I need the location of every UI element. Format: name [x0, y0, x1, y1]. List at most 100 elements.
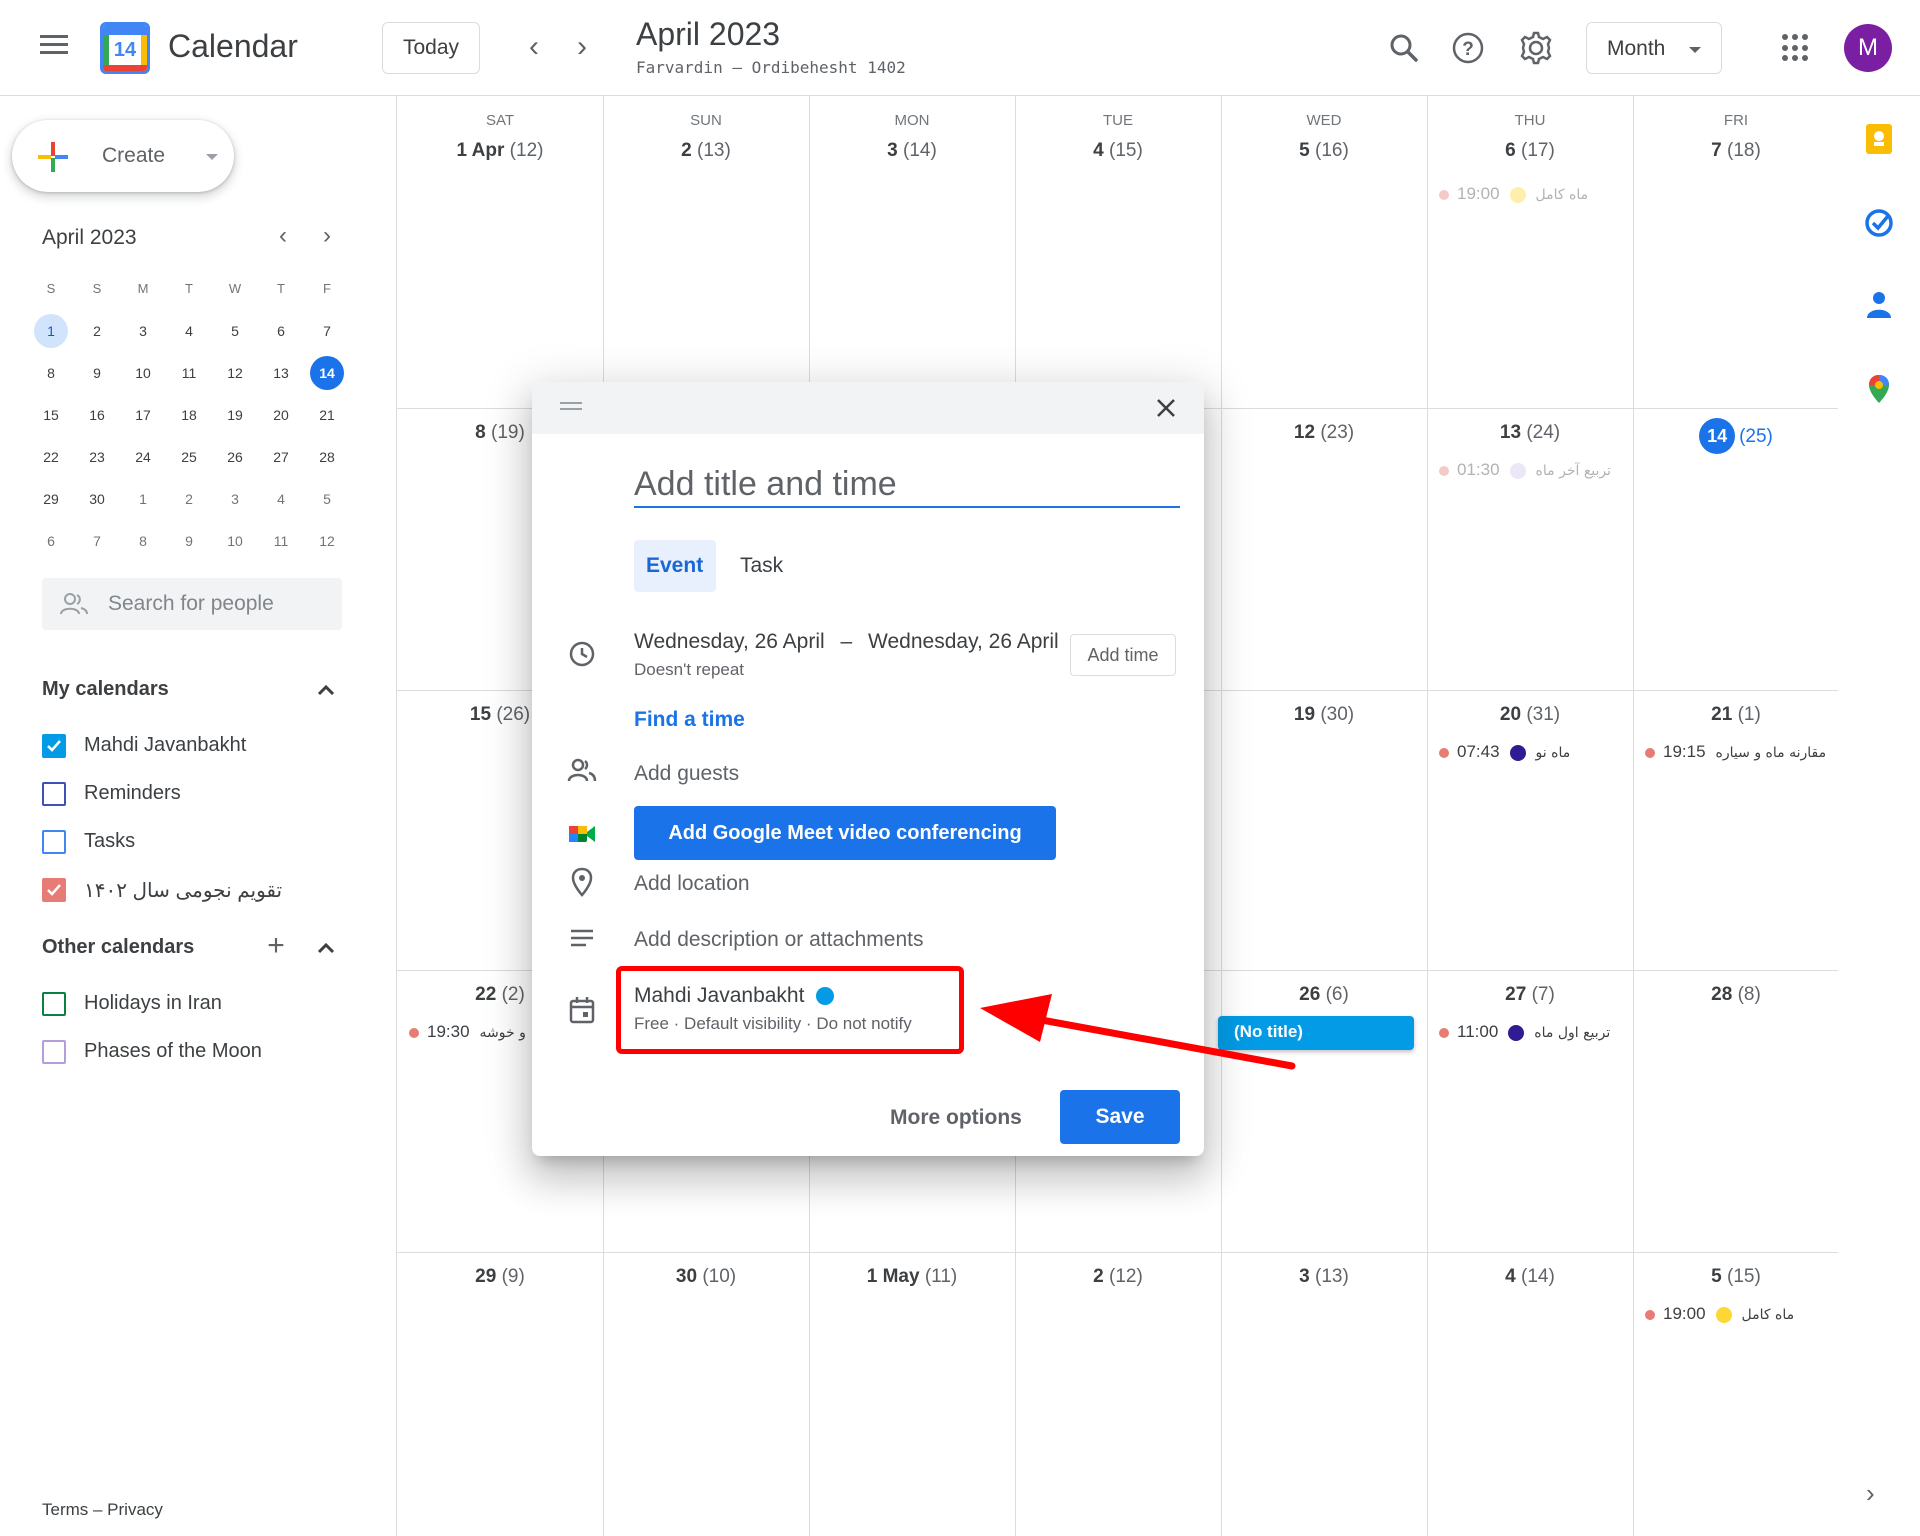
mini-calendar-day[interactable]: 4 [166, 314, 212, 348]
date-cell-label[interactable]: 4 (14) [1427, 1266, 1633, 1288]
keep-icon[interactable] [1862, 122, 1896, 156]
add-time-button[interactable]: Add time [1070, 634, 1176, 676]
mini-calendar-day[interactable]: 9 [166, 524, 212, 558]
main-menu-icon[interactable] [34, 30, 74, 66]
mini-calendar-day[interactable]: 12 [212, 356, 258, 390]
date-cell-label[interactable]: 30 (10) [603, 1266, 809, 1288]
date-cell-label[interactable]: 2 (12) [1015, 1266, 1221, 1288]
mini-calendar-day[interactable]: 2 [74, 314, 120, 348]
add-google-meet-button[interactable]: Add Google Meet video conferencing [634, 806, 1056, 860]
tasks-icon[interactable] [1862, 206, 1896, 240]
start-date[interactable]: Wednesday, 26 April [634, 630, 825, 653]
view-mode-dropdown[interactable]: Month [1586, 22, 1722, 74]
mini-calendar-day[interactable]: 28 [304, 440, 350, 474]
mini-calendar-day[interactable]: 3 [212, 482, 258, 516]
calendar-list-item[interactable]: Tasks [42, 822, 342, 862]
mini-calendar-day[interactable]: 6 [258, 314, 304, 348]
today-date-cell[interactable]: 14 (25) [1633, 418, 1839, 454]
mini-calendar-day[interactable]: 8 [120, 524, 166, 558]
account-avatar[interactable]: M [1844, 24, 1892, 72]
mini-calendar-day[interactable]: 24 [120, 440, 166, 474]
date-cell-label[interactable]: 20 (31) [1427, 704, 1633, 726]
mini-calendar-day[interactable]: 11 [258, 524, 304, 558]
date-cell-label[interactable]: 29 (9) [397, 1266, 603, 1288]
add-description-field[interactable]: Add description or attachments [634, 928, 924, 952]
date-cell-label[interactable]: 19 (30) [1221, 704, 1427, 726]
date-cell-label[interactable]: 4 (15) [1015, 140, 1221, 162]
mini-calendar-day[interactable]: 9 [74, 356, 120, 390]
repeat-setting[interactable]: Doesn't repeat [634, 660, 744, 680]
chevron-up-icon[interactable] [312, 934, 340, 962]
calendar-event[interactable]: 19:00 ماه کامل [1645, 1304, 1835, 1332]
date-cell-label[interactable]: 5 (15) [1633, 1266, 1839, 1288]
drag-handle-icon[interactable] [560, 402, 582, 414]
calendar-list-item[interactable]: Reminders [42, 774, 342, 814]
mini-calendar-day[interactable]: 27 [258, 440, 304, 474]
mini-calendar-day[interactable]: 25 [166, 440, 212, 474]
today-button[interactable]: Today [382, 22, 480, 74]
add-guests-field[interactable]: Add guests [634, 762, 739, 786]
mini-calendar-day[interactable]: 21 [304, 398, 350, 432]
mini-calendar-day[interactable]: 5 [304, 482, 350, 516]
mini-calendar-day[interactable]: 22 [28, 440, 74, 474]
date-cell-label[interactable]: 28 (8) [1633, 984, 1839, 1006]
calendar-list-item[interactable]: تقویم نجومی سال ۱۴۰۲ [42, 870, 342, 910]
settings-gear-icon[interactable] [1514, 26, 1558, 70]
mini-calendar-day[interactable]: 30 [74, 482, 120, 516]
mini-calendar-day[interactable]: 2 [166, 482, 212, 516]
create-button[interactable]: Create [12, 120, 234, 192]
calendar-list-item[interactable]: Phases of the Moon [42, 1032, 342, 1072]
contacts-icon[interactable] [1862, 288, 1896, 322]
mini-calendar-day[interactable]: 17 [120, 398, 166, 432]
my-calendars-heading[interactable]: My calendars [42, 678, 169, 701]
next-period-button[interactable]: › [564, 30, 600, 66]
mini-calendar-day[interactable]: 7 [74, 524, 120, 558]
chevron-up-icon[interactable] [312, 676, 340, 704]
calendar-list-item[interactable]: Holidays in Iran [42, 984, 342, 1024]
search-people-input[interactable]: Search for people [42, 578, 342, 630]
mini-calendar-day[interactable]: 10 [120, 356, 166, 390]
tab-event[interactable]: Event [634, 540, 716, 592]
calendar-checkbox[interactable] [42, 878, 66, 902]
event-title-input[interactable] [634, 462, 1180, 508]
mini-calendar-day[interactable]: 18 [166, 398, 212, 432]
mini-calendar-day[interactable]: 6 [28, 524, 74, 558]
other-calendars-heading[interactable]: Other calendars [42, 936, 194, 959]
maps-icon[interactable] [1862, 372, 1896, 406]
date-cell-label[interactable]: 21 (1) [1633, 704, 1839, 726]
mini-calendar-day[interactable]: 11 [166, 356, 212, 390]
date-cell-label[interactable]: 3 (13) [1221, 1266, 1427, 1288]
date-cell-label[interactable]: 27 (7) [1427, 984, 1633, 1006]
mini-calendar-day[interactable]: 14 [304, 356, 350, 390]
calendar-event[interactable]: 19:15 مقارنه ماه و سیاره [1645, 742, 1835, 770]
date-cell-label[interactable]: 13 (24) [1427, 422, 1633, 444]
mini-calendar-day[interactable]: 16 [74, 398, 120, 432]
tab-task[interactable]: Task [728, 540, 795, 592]
calendar-event[interactable]: 19:00 ماه کامل [1439, 184, 1629, 212]
calendar-checkbox[interactable] [42, 734, 66, 758]
date-cell-label[interactable]: 12 (23) [1221, 422, 1427, 444]
add-other-calendar-plus-icon[interactable]: + [262, 931, 290, 962]
calendar-checkbox[interactable] [42, 782, 66, 806]
find-a-time-link[interactable]: Find a time [634, 708, 745, 732]
mini-calendar-day[interactable]: 26 [212, 440, 258, 474]
mini-calendar-next-button[interactable]: › [312, 222, 342, 252]
date-cell-label[interactable]: 6 (17) [1427, 140, 1633, 162]
mini-calendar-previous-button[interactable]: ‹ [268, 222, 298, 252]
search-icon[interactable] [1382, 26, 1426, 70]
end-date[interactable]: Wednesday, 26 April [868, 630, 1059, 653]
google-apps-icon[interactable] [1782, 34, 1810, 62]
mini-calendar-day[interactable]: 10 [212, 524, 258, 558]
mini-calendar-day[interactable]: 23 [74, 440, 120, 474]
date-cell-label[interactable]: 5 (16) [1221, 140, 1427, 162]
mini-calendar-day[interactable]: 7 [304, 314, 350, 348]
close-icon[interactable] [1150, 392, 1182, 424]
more-options-button[interactable]: More options [890, 1094, 1022, 1142]
mini-calendar-day[interactable]: 19 [212, 398, 258, 432]
mini-calendar-day[interactable]: 4 [258, 482, 304, 516]
mini-calendar-day[interactable]: 12 [304, 524, 350, 558]
mini-calendar-day[interactable]: 13 [258, 356, 304, 390]
event-date-range[interactable]: Wednesday, 26 April – Wednesday, 26 Apri… [634, 630, 1059, 654]
date-cell-label[interactable]: 1 May (11) [809, 1266, 1015, 1288]
mini-calendar-day[interactable]: 1 [120, 482, 166, 516]
